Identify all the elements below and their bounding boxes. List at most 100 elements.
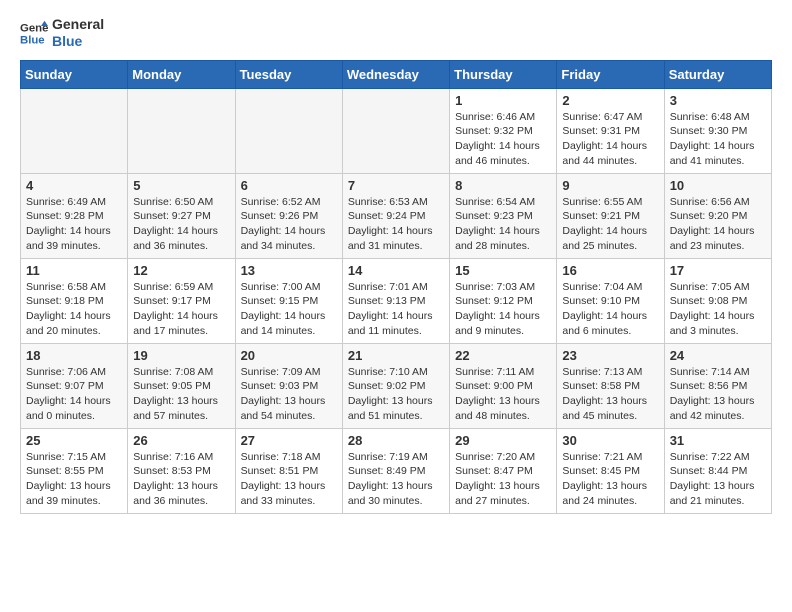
calendar-cell: 26 Sunrise: 7:16 AMSunset: 8:53 PMDayligh… [128, 428, 235, 513]
calendar-cell: 17Sunrise: 7:05 AMSunset: 9:08 PMDayligh… [664, 258, 771, 343]
calendar-cell: 23 Sunrise: 7:13 AMSunset: 8:58 PMDayligh… [557, 343, 664, 428]
day-info: Sunrise: 7:00 AMSunset: 9:15 PMDaylight:… [241, 280, 337, 339]
svg-text:Blue: Blue [20, 34, 45, 46]
calendar-cell [128, 88, 235, 173]
calendar-cell: 28Sunrise: 7:19 AMSunset: 8:49 PMDayligh… [342, 428, 449, 513]
day-number: 16 [562, 263, 658, 278]
day-number: 6 [241, 178, 337, 193]
day-number: 29 [455, 433, 551, 448]
day-info: Sunrise: 6:58 AMSunset: 9:18 PMDaylight:… [26, 280, 122, 339]
day-number: 8 [455, 178, 551, 193]
day-info: Sunrise: 7:18 AMSunset: 8:51 PMDaylight:… [241, 450, 337, 509]
day-info: Sunrise: 7:14 AMSunset: 8:56 PMDaylight:… [670, 365, 766, 424]
calendar-cell [235, 88, 342, 173]
day-info: Sunrise: 7:03 AMSunset: 9:12 PMDaylight:… [455, 280, 551, 339]
calendar-cell: 29 Sunrise: 7:20 AMSunset: 8:47 PMDayligh… [450, 428, 557, 513]
logo-icon: General Blue [20, 19, 48, 47]
day-number: 20 [241, 348, 337, 363]
calendar-cell: 20 Sunrise: 7:09 AMSunset: 9:03 PMDayligh… [235, 343, 342, 428]
day-number: 28 [348, 433, 444, 448]
calendar-cell: 22 Sunrise: 7:11 AMSunset: 9:00 PMDayligh… [450, 343, 557, 428]
calendar-cell: 18 Sunrise: 7:06 AMSunset: 9:07 PMDayligh… [21, 343, 128, 428]
day-number: 13 [241, 263, 337, 278]
calendar-cell: 19 Sunrise: 7:08 AMSunset: 9:05 PMDayligh… [128, 343, 235, 428]
day-info: Sunrise: 7:09 AMSunset: 9:03 PMDaylight:… [241, 365, 337, 424]
day-number: 14 [348, 263, 444, 278]
day-number: 5 [133, 178, 229, 193]
day-info: Sunrise: 6:52 AMSunset: 9:26 PMDaylight:… [241, 195, 337, 254]
day-number: 3 [670, 93, 766, 108]
day-info: Sunrise: 7:20 AMSunset: 8:47 PMDaylight:… [455, 450, 551, 509]
day-info: Sunrise: 7:13 AMSunset: 8:58 PMDaylight:… [562, 365, 658, 424]
day-info: Sunrise: 7:15 AMSunset: 8:55 PMDaylight:… [26, 450, 122, 509]
day-info: Sunrise: 7:01 AMSunset: 9:13 PMDaylight:… [348, 280, 444, 339]
day-number: 21 [348, 348, 444, 363]
calendar-week-row: 1 Sunrise: 6:46 AMSunset: 9:32 PMDaylight… [21, 88, 772, 173]
weekday-header-friday: Friday [557, 60, 664, 88]
day-number: 7 [348, 178, 444, 193]
calendar-cell: 25 Sunrise: 7:15 AMSunset: 8:55 PMDayligh… [21, 428, 128, 513]
day-number: 23 [562, 348, 658, 363]
calendar-cell: 7 Sunrise: 6:53 AMSunset: 9:24 PMDaylight… [342, 173, 449, 258]
day-info: Sunrise: 6:54 AMSunset: 9:23 PMDaylight:… [455, 195, 551, 254]
day-info: Sunrise: 7:21 AMSunset: 8:45 PMDaylight:… [562, 450, 658, 509]
day-info: Sunrise: 6:48 AMSunset: 9:30 PMDaylight:… [670, 110, 766, 169]
weekday-header-sunday: Sunday [21, 60, 128, 88]
day-number: 18 [26, 348, 122, 363]
day-info: Sunrise: 7:04 AMSunset: 9:10 PMDaylight:… [562, 280, 658, 339]
day-info: Sunrise: 7:06 AMSunset: 9:07 PMDaylight:… [26, 365, 122, 424]
day-info: Sunrise: 6:50 AMSunset: 9:27 PMDaylight:… [133, 195, 229, 254]
calendar-cell: 16 Sunrise: 7:04 AMSunset: 9:10 PMDayligh… [557, 258, 664, 343]
calendar-cell: 10 Sunrise: 6:56 AMSunset: 9:20 PMDayligh… [664, 173, 771, 258]
weekday-header-saturday: Saturday [664, 60, 771, 88]
weekday-header-wednesday: Wednesday [342, 60, 449, 88]
calendar-cell: 27Sunrise: 7:18 AMSunset: 8:51 PMDayligh… [235, 428, 342, 513]
day-number: 15 [455, 263, 551, 278]
calendar-cell: 1 Sunrise: 6:46 AMSunset: 9:32 PMDaylight… [450, 88, 557, 173]
weekday-header-monday: Monday [128, 60, 235, 88]
calendar-cell [21, 88, 128, 173]
day-number: 1 [455, 93, 551, 108]
calendar-week-row: 11 Sunrise: 6:58 AMSunset: 9:18 PMDayligh… [21, 258, 772, 343]
day-number: 26 [133, 433, 229, 448]
weekday-header-thursday: Thursday [450, 60, 557, 88]
day-number: 10 [670, 178, 766, 193]
day-number: 11 [26, 263, 122, 278]
day-number: 17 [670, 263, 766, 278]
day-info: Sunrise: 7:08 AMSunset: 9:05 PMDaylight:… [133, 365, 229, 424]
calendar-cell: 15 Sunrise: 7:03 AMSunset: 9:12 PMDayligh… [450, 258, 557, 343]
day-info: Sunrise: 6:49 AMSunset: 9:28 PMDaylight:… [26, 195, 122, 254]
header: General Blue General Blue [20, 16, 772, 50]
calendar-cell: 8 Sunrise: 6:54 AMSunset: 9:23 PMDaylight… [450, 173, 557, 258]
calendar-table: SundayMondayTuesdayWednesdayThursdayFrid… [20, 60, 772, 514]
day-number: 19 [133, 348, 229, 363]
calendar-cell: 5 Sunrise: 6:50 AMSunset: 9:27 PMDaylight… [128, 173, 235, 258]
day-number: 24 [670, 348, 766, 363]
calendar-cell: 21Sunrise: 7:10 AMSunset: 9:02 PMDayligh… [342, 343, 449, 428]
calendar-cell: 30Sunrise: 7:21 AMSunset: 8:45 PMDayligh… [557, 428, 664, 513]
day-info: Sunrise: 7:16 AMSunset: 8:53 PMDaylight:… [133, 450, 229, 509]
calendar-cell: 4 Sunrise: 6:49 AMSunset: 9:28 PMDaylight… [21, 173, 128, 258]
calendar-week-row: 4 Sunrise: 6:49 AMSunset: 9:28 PMDaylight… [21, 173, 772, 258]
calendar-cell: 24 Sunrise: 7:14 AMSunset: 8:56 PMDayligh… [664, 343, 771, 428]
calendar-week-row: 18 Sunrise: 7:06 AMSunset: 9:07 PMDayligh… [21, 343, 772, 428]
calendar-cell: 11 Sunrise: 6:58 AMSunset: 9:18 PMDayligh… [21, 258, 128, 343]
day-info: Sunrise: 7:22 AMSunset: 8:44 PMDaylight:… [670, 450, 766, 509]
calendar-cell: 2 Sunrise: 6:47 AMSunset: 9:31 PMDaylight… [557, 88, 664, 173]
day-info: Sunrise: 6:47 AMSunset: 9:31 PMDaylight:… [562, 110, 658, 169]
day-info: Sunrise: 6:55 AMSunset: 9:21 PMDaylight:… [562, 195, 658, 254]
day-number: 25 [26, 433, 122, 448]
day-info: Sunrise: 7:11 AMSunset: 9:00 PMDaylight:… [455, 365, 551, 424]
day-info: Sunrise: 6:46 AMSunset: 9:32 PMDaylight:… [455, 110, 551, 169]
day-number: 2 [562, 93, 658, 108]
calendar-cell: 14 Sunrise: 7:01 AMSunset: 9:13 PMDayligh… [342, 258, 449, 343]
logo-general: General [52, 16, 104, 33]
calendar-week-row: 25 Sunrise: 7:15 AMSunset: 8:55 PMDayligh… [21, 428, 772, 513]
day-number: 9 [562, 178, 658, 193]
day-info: Sunrise: 6:56 AMSunset: 9:20 PMDaylight:… [670, 195, 766, 254]
day-number: 4 [26, 178, 122, 193]
day-info: Sunrise: 6:59 AMSunset: 9:17 PMDaylight:… [133, 280, 229, 339]
calendar-cell: 31Sunrise: 7:22 AMSunset: 8:44 PMDayligh… [664, 428, 771, 513]
day-number: 22 [455, 348, 551, 363]
day-info: Sunrise: 6:53 AMSunset: 9:24 PMDaylight:… [348, 195, 444, 254]
